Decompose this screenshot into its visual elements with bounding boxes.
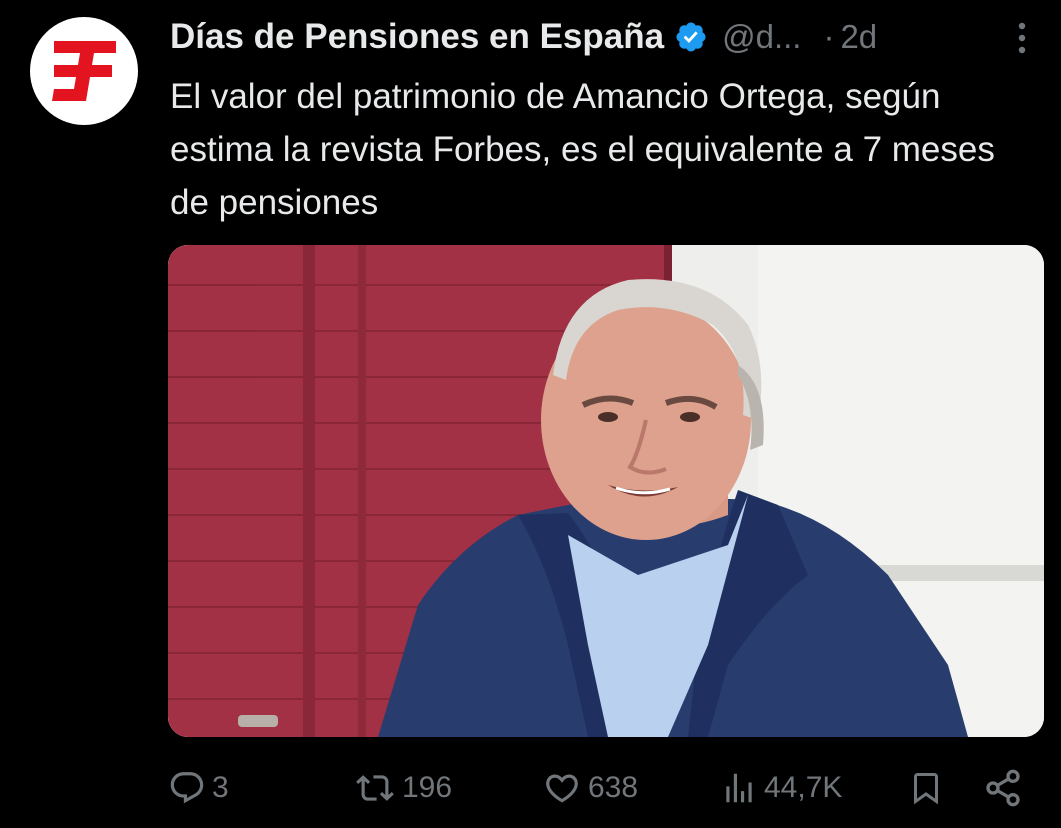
retweet-icon xyxy=(356,775,394,801)
retweet-count: 196 xyxy=(402,771,453,804)
share-icon xyxy=(986,769,1020,807)
more-vertical-icon xyxy=(1018,22,1026,54)
photo-image xyxy=(168,245,1044,737)
more-options-button[interactable] xyxy=(1005,18,1039,58)
tweet-media-image[interactable] xyxy=(168,245,1044,737)
tweet-action-bar: 3 196 638 44,7K xyxy=(168,760,1044,816)
display-name[interactable]: Días de Pensiones en España xyxy=(170,17,664,57)
share-button[interactable] xyxy=(983,760,1023,816)
separator-dot: · xyxy=(823,18,835,55)
timestamp[interactable]: 2d xyxy=(840,18,877,56)
bookmark-icon xyxy=(914,773,938,805)
verified-badge-icon xyxy=(676,22,706,52)
views-button[interactable]: 44,7K xyxy=(720,760,842,816)
retweet-button[interactable]: 196 xyxy=(354,760,452,816)
like-count: 638 xyxy=(588,771,639,804)
views-count: 44,7K xyxy=(764,771,843,804)
reply-count: 3 xyxy=(212,771,229,804)
user-handle[interactable]: @d... xyxy=(722,18,801,56)
brand-logo-icon xyxy=(52,41,116,101)
tweet-card[interactable]: Días de Pensiones en España @d... · 2d E… xyxy=(0,0,1061,828)
reply-button[interactable]: 3 xyxy=(168,760,229,816)
avatar[interactable] xyxy=(30,17,138,125)
views-icon xyxy=(726,773,752,803)
heart-icon xyxy=(546,774,578,803)
bookmark-button[interactable] xyxy=(908,760,944,816)
like-button[interactable]: 638 xyxy=(542,760,638,816)
tweet-text: El valor del patrimonio de Amancio Orteg… xyxy=(170,77,995,222)
tweet-header: Días de Pensiones en España @d... · 2d xyxy=(170,12,877,62)
reply-icon xyxy=(170,772,204,804)
